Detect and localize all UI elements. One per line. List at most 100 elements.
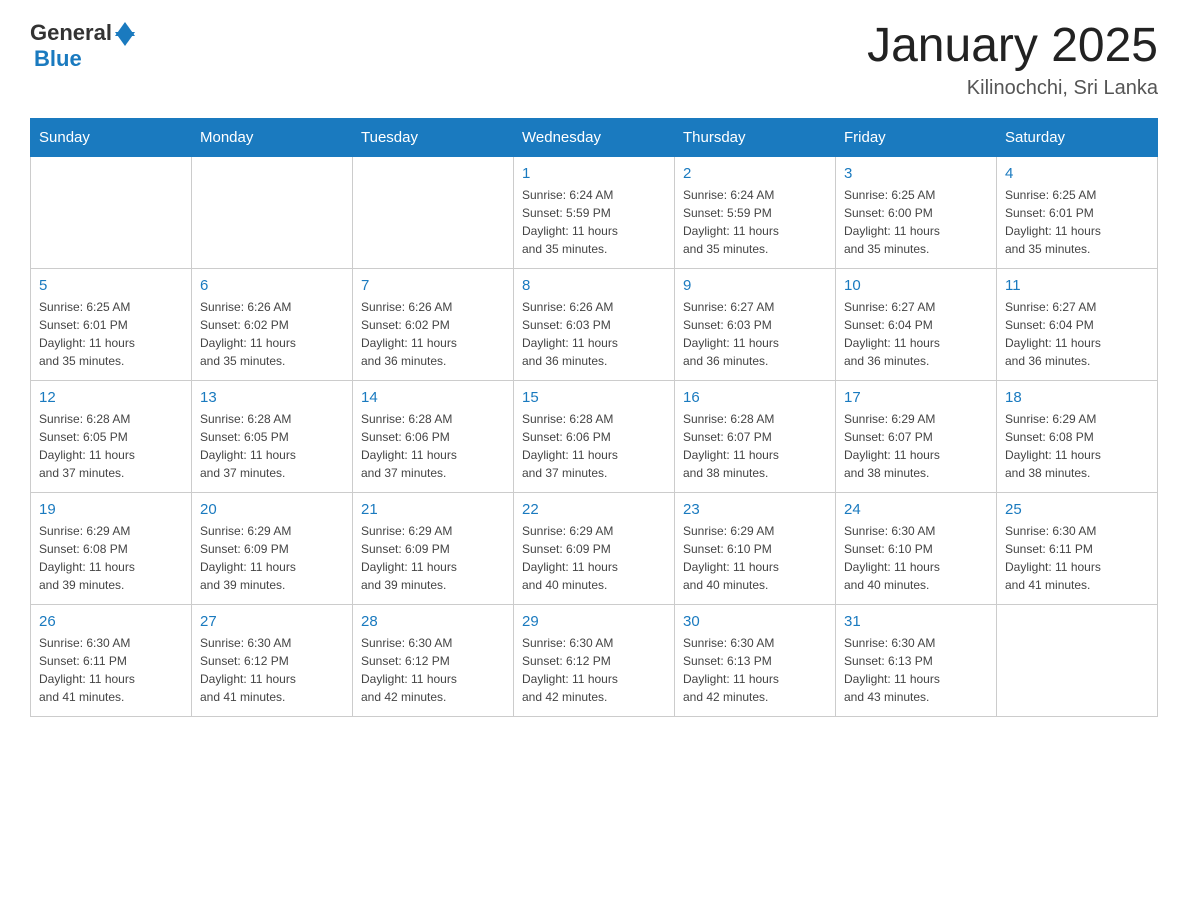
day-info: Sunrise: 6:30 AM Sunset: 6:13 PM Dayligh… xyxy=(683,634,827,706)
day-number: 1 xyxy=(522,165,666,182)
header-friday: Friday xyxy=(836,118,997,156)
calendar-cell: 5Sunrise: 6:25 AM Sunset: 6:01 PM Daylig… xyxy=(31,268,192,380)
logo-triangle-bottom xyxy=(115,32,135,46)
day-number: 31 xyxy=(844,613,988,630)
calendar-title: January 2025 xyxy=(867,20,1158,73)
day-info: Sunrise: 6:29 AM Sunset: 6:07 PM Dayligh… xyxy=(844,410,988,482)
day-number: 13 xyxy=(200,389,344,406)
day-info: Sunrise: 6:29 AM Sunset: 6:09 PM Dayligh… xyxy=(361,522,505,594)
calendar-cell: 16 Sunrise: 6:28 AM Sunset: 6:07 PM Dayli… xyxy=(675,380,836,492)
header-wednesday: Wednesday xyxy=(514,118,675,156)
calendar-cell: 6 Sunrise: 6:26 AM Sunset: 6:02 PM Daylig… xyxy=(192,268,353,380)
day-info: Sunrise: 6:28 AM Sunset: 6:06 PM Dayligh… xyxy=(361,410,505,482)
calendar-cell: 14 Sunrise: 6:28 AM Sunset: 6:06 PM Dayli… xyxy=(353,380,514,492)
logo: General Blue xyxy=(30,20,135,72)
week-row-1: 1 Sunrise: 6:24 AM Sunset: 5:59 PM Daylig… xyxy=(31,156,1158,268)
day-number: 12 xyxy=(39,389,183,406)
title-section: January 2025 Kilinochchi, Sri Lanka xyxy=(867,20,1158,100)
day-info: Sunrise: 6:27 AM Sunset: 6:04 PM Dayligh… xyxy=(1005,298,1149,370)
calendar-cell: 22Sunrise: 6:29 AM Sunset: 6:09 PM Dayli… xyxy=(514,492,675,604)
day-info: Sunrise: 6:24 AM Sunset: 5:59 PM Dayligh… xyxy=(522,186,666,258)
calendar-cell: 13 Sunrise: 6:28 AM Sunset: 6:05 PM Dayli… xyxy=(192,380,353,492)
calendar-cell: 31 Sunrise: 6:30 AM Sunset: 6:13 PM Dayli… xyxy=(836,604,997,716)
calendar-body: 1 Sunrise: 6:24 AM Sunset: 5:59 PM Daylig… xyxy=(31,156,1158,716)
calendar-cell: 27 Sunrise: 6:30 AM Sunset: 6:12 PM Dayli… xyxy=(192,604,353,716)
header-saturday: Saturday xyxy=(997,118,1158,156)
day-number: 28 xyxy=(361,613,505,630)
day-info: Sunrise: 6:26 AM Sunset: 6:02 PM Dayligh… xyxy=(200,298,344,370)
day-number: 19 xyxy=(39,501,183,518)
day-number: 15 xyxy=(522,389,666,406)
calendar-cell: 25Sunrise: 6:30 AM Sunset: 6:11 PM Dayli… xyxy=(997,492,1158,604)
day-number: 27 xyxy=(200,613,344,630)
day-info: Sunrise: 6:30 AM Sunset: 6:13 PM Dayligh… xyxy=(844,634,988,706)
day-number: 29 xyxy=(522,613,666,630)
day-number: 17 xyxy=(844,389,988,406)
week-row-4: 19 Sunrise: 6:29 AM Sunset: 6:08 PM Dayli… xyxy=(31,492,1158,604)
day-number: 24 xyxy=(844,501,988,518)
day-info: Sunrise: 6:30 AM Sunset: 6:12 PM Dayligh… xyxy=(200,634,344,706)
calendar-cell: 18 Sunrise: 6:29 AM Sunset: 6:08 PM Dayli… xyxy=(997,380,1158,492)
calendar-cell: 29 Sunrise: 6:30 AM Sunset: 6:12 PM Dayli… xyxy=(514,604,675,716)
day-number: 11 xyxy=(1005,277,1149,294)
day-number: 4 xyxy=(1005,165,1149,182)
calendar-cell: 8 Sunrise: 6:26 AM Sunset: 6:03 PM Daylig… xyxy=(514,268,675,380)
day-number: 10 xyxy=(844,277,988,294)
day-info: Sunrise: 6:26 AM Sunset: 6:03 PM Dayligh… xyxy=(522,298,666,370)
day-number: 23 xyxy=(683,501,827,518)
calendar-cell: 19 Sunrise: 6:29 AM Sunset: 6:08 PM Dayli… xyxy=(31,492,192,604)
day-info: Sunrise: 6:29 AM Sunset: 6:08 PM Dayligh… xyxy=(39,522,183,594)
logo-general-text: General xyxy=(30,20,112,46)
calendar-subtitle: Kilinochchi, Sri Lanka xyxy=(867,77,1158,100)
calendar-cell xyxy=(31,156,192,268)
day-info: Sunrise: 6:26 AM Sunset: 6:02 PM Dayligh… xyxy=(361,298,505,370)
day-number: 18 xyxy=(1005,389,1149,406)
calendar-header: Sunday Monday Tuesday Wednesday Thursday… xyxy=(31,118,1158,156)
day-number: 6 xyxy=(200,277,344,294)
day-info: Sunrise: 6:29 AM Sunset: 6:08 PM Dayligh… xyxy=(1005,410,1149,482)
day-info: Sunrise: 6:28 AM Sunset: 6:07 PM Dayligh… xyxy=(683,410,827,482)
day-number: 16 xyxy=(683,389,827,406)
header-thursday: Thursday xyxy=(675,118,836,156)
day-number: 8 xyxy=(522,277,666,294)
logo-blue-text: Blue xyxy=(34,46,82,71)
calendar-cell: 21Sunrise: 6:29 AM Sunset: 6:09 PM Dayli… xyxy=(353,492,514,604)
calendar-cell: 12 Sunrise: 6:28 AM Sunset: 6:05 PM Dayli… xyxy=(31,380,192,492)
day-info: Sunrise: 6:29 AM Sunset: 6:09 PM Dayligh… xyxy=(522,522,666,594)
day-info: Sunrise: 6:28 AM Sunset: 6:05 PM Dayligh… xyxy=(39,410,183,482)
day-number: 30 xyxy=(683,613,827,630)
calendar-cell: 10 Sunrise: 6:27 AM Sunset: 6:04 PM Dayli… xyxy=(836,268,997,380)
calendar-cell: 23 Sunrise: 6:29 AM Sunset: 6:10 PM Dayli… xyxy=(675,492,836,604)
day-info: Sunrise: 6:25 AM Sunset: 6:00 PM Dayligh… xyxy=(844,186,988,258)
day-number: 3 xyxy=(844,165,988,182)
calendar-cell: 3 Sunrise: 6:25 AM Sunset: 6:00 PM Daylig… xyxy=(836,156,997,268)
week-row-2: 5Sunrise: 6:25 AM Sunset: 6:01 PM Daylig… xyxy=(31,268,1158,380)
day-info: Sunrise: 6:30 AM Sunset: 6:11 PM Dayligh… xyxy=(39,634,183,706)
day-info: Sunrise: 6:24 AM Sunset: 5:59 PM Dayligh… xyxy=(683,186,827,258)
day-info: Sunrise: 6:27 AM Sunset: 6:04 PM Dayligh… xyxy=(844,298,988,370)
calendar-cell: 11 Sunrise: 6:27 AM Sunset: 6:04 PM Dayli… xyxy=(997,268,1158,380)
week-row-5: 26Sunrise: 6:30 AM Sunset: 6:11 PM Dayli… xyxy=(31,604,1158,716)
calendar-cell: 28 Sunrise: 6:30 AM Sunset: 6:12 PM Dayli… xyxy=(353,604,514,716)
calendar-cell: 7Sunrise: 6:26 AM Sunset: 6:02 PM Daylig… xyxy=(353,268,514,380)
calendar-cell: 30 Sunrise: 6:30 AM Sunset: 6:13 PM Dayli… xyxy=(675,604,836,716)
day-info: Sunrise: 6:28 AM Sunset: 6:05 PM Dayligh… xyxy=(200,410,344,482)
calendar-cell: 4 Sunrise: 6:25 AM Sunset: 6:01 PM Daylig… xyxy=(997,156,1158,268)
day-info: Sunrise: 6:30 AM Sunset: 6:12 PM Dayligh… xyxy=(361,634,505,706)
calendar-cell: 20Sunrise: 6:29 AM Sunset: 6:09 PM Dayli… xyxy=(192,492,353,604)
day-info: Sunrise: 6:29 AM Sunset: 6:09 PM Dayligh… xyxy=(200,522,344,594)
header-monday: Monday xyxy=(192,118,353,156)
calendar-cell: 24Sunrise: 6:30 AM Sunset: 6:10 PM Dayli… xyxy=(836,492,997,604)
calendar-cell: 2Sunrise: 6:24 AM Sunset: 5:59 PM Daylig… xyxy=(675,156,836,268)
day-info: Sunrise: 6:25 AM Sunset: 6:01 PM Dayligh… xyxy=(1005,186,1149,258)
day-info: Sunrise: 6:30 AM Sunset: 6:12 PM Dayligh… xyxy=(522,634,666,706)
day-info: Sunrise: 6:28 AM Sunset: 6:06 PM Dayligh… xyxy=(522,410,666,482)
calendar-cell: 26Sunrise: 6:30 AM Sunset: 6:11 PM Dayli… xyxy=(31,604,192,716)
calendar-cell: 9 Sunrise: 6:27 AM Sunset: 6:03 PM Daylig… xyxy=(675,268,836,380)
day-info: Sunrise: 6:27 AM Sunset: 6:03 PM Dayligh… xyxy=(683,298,827,370)
day-info: Sunrise: 6:29 AM Sunset: 6:10 PM Dayligh… xyxy=(683,522,827,594)
calendar-cell xyxy=(997,604,1158,716)
day-number: 9 xyxy=(683,277,827,294)
day-number: 14 xyxy=(361,389,505,406)
header-sunday: Sunday xyxy=(31,118,192,156)
